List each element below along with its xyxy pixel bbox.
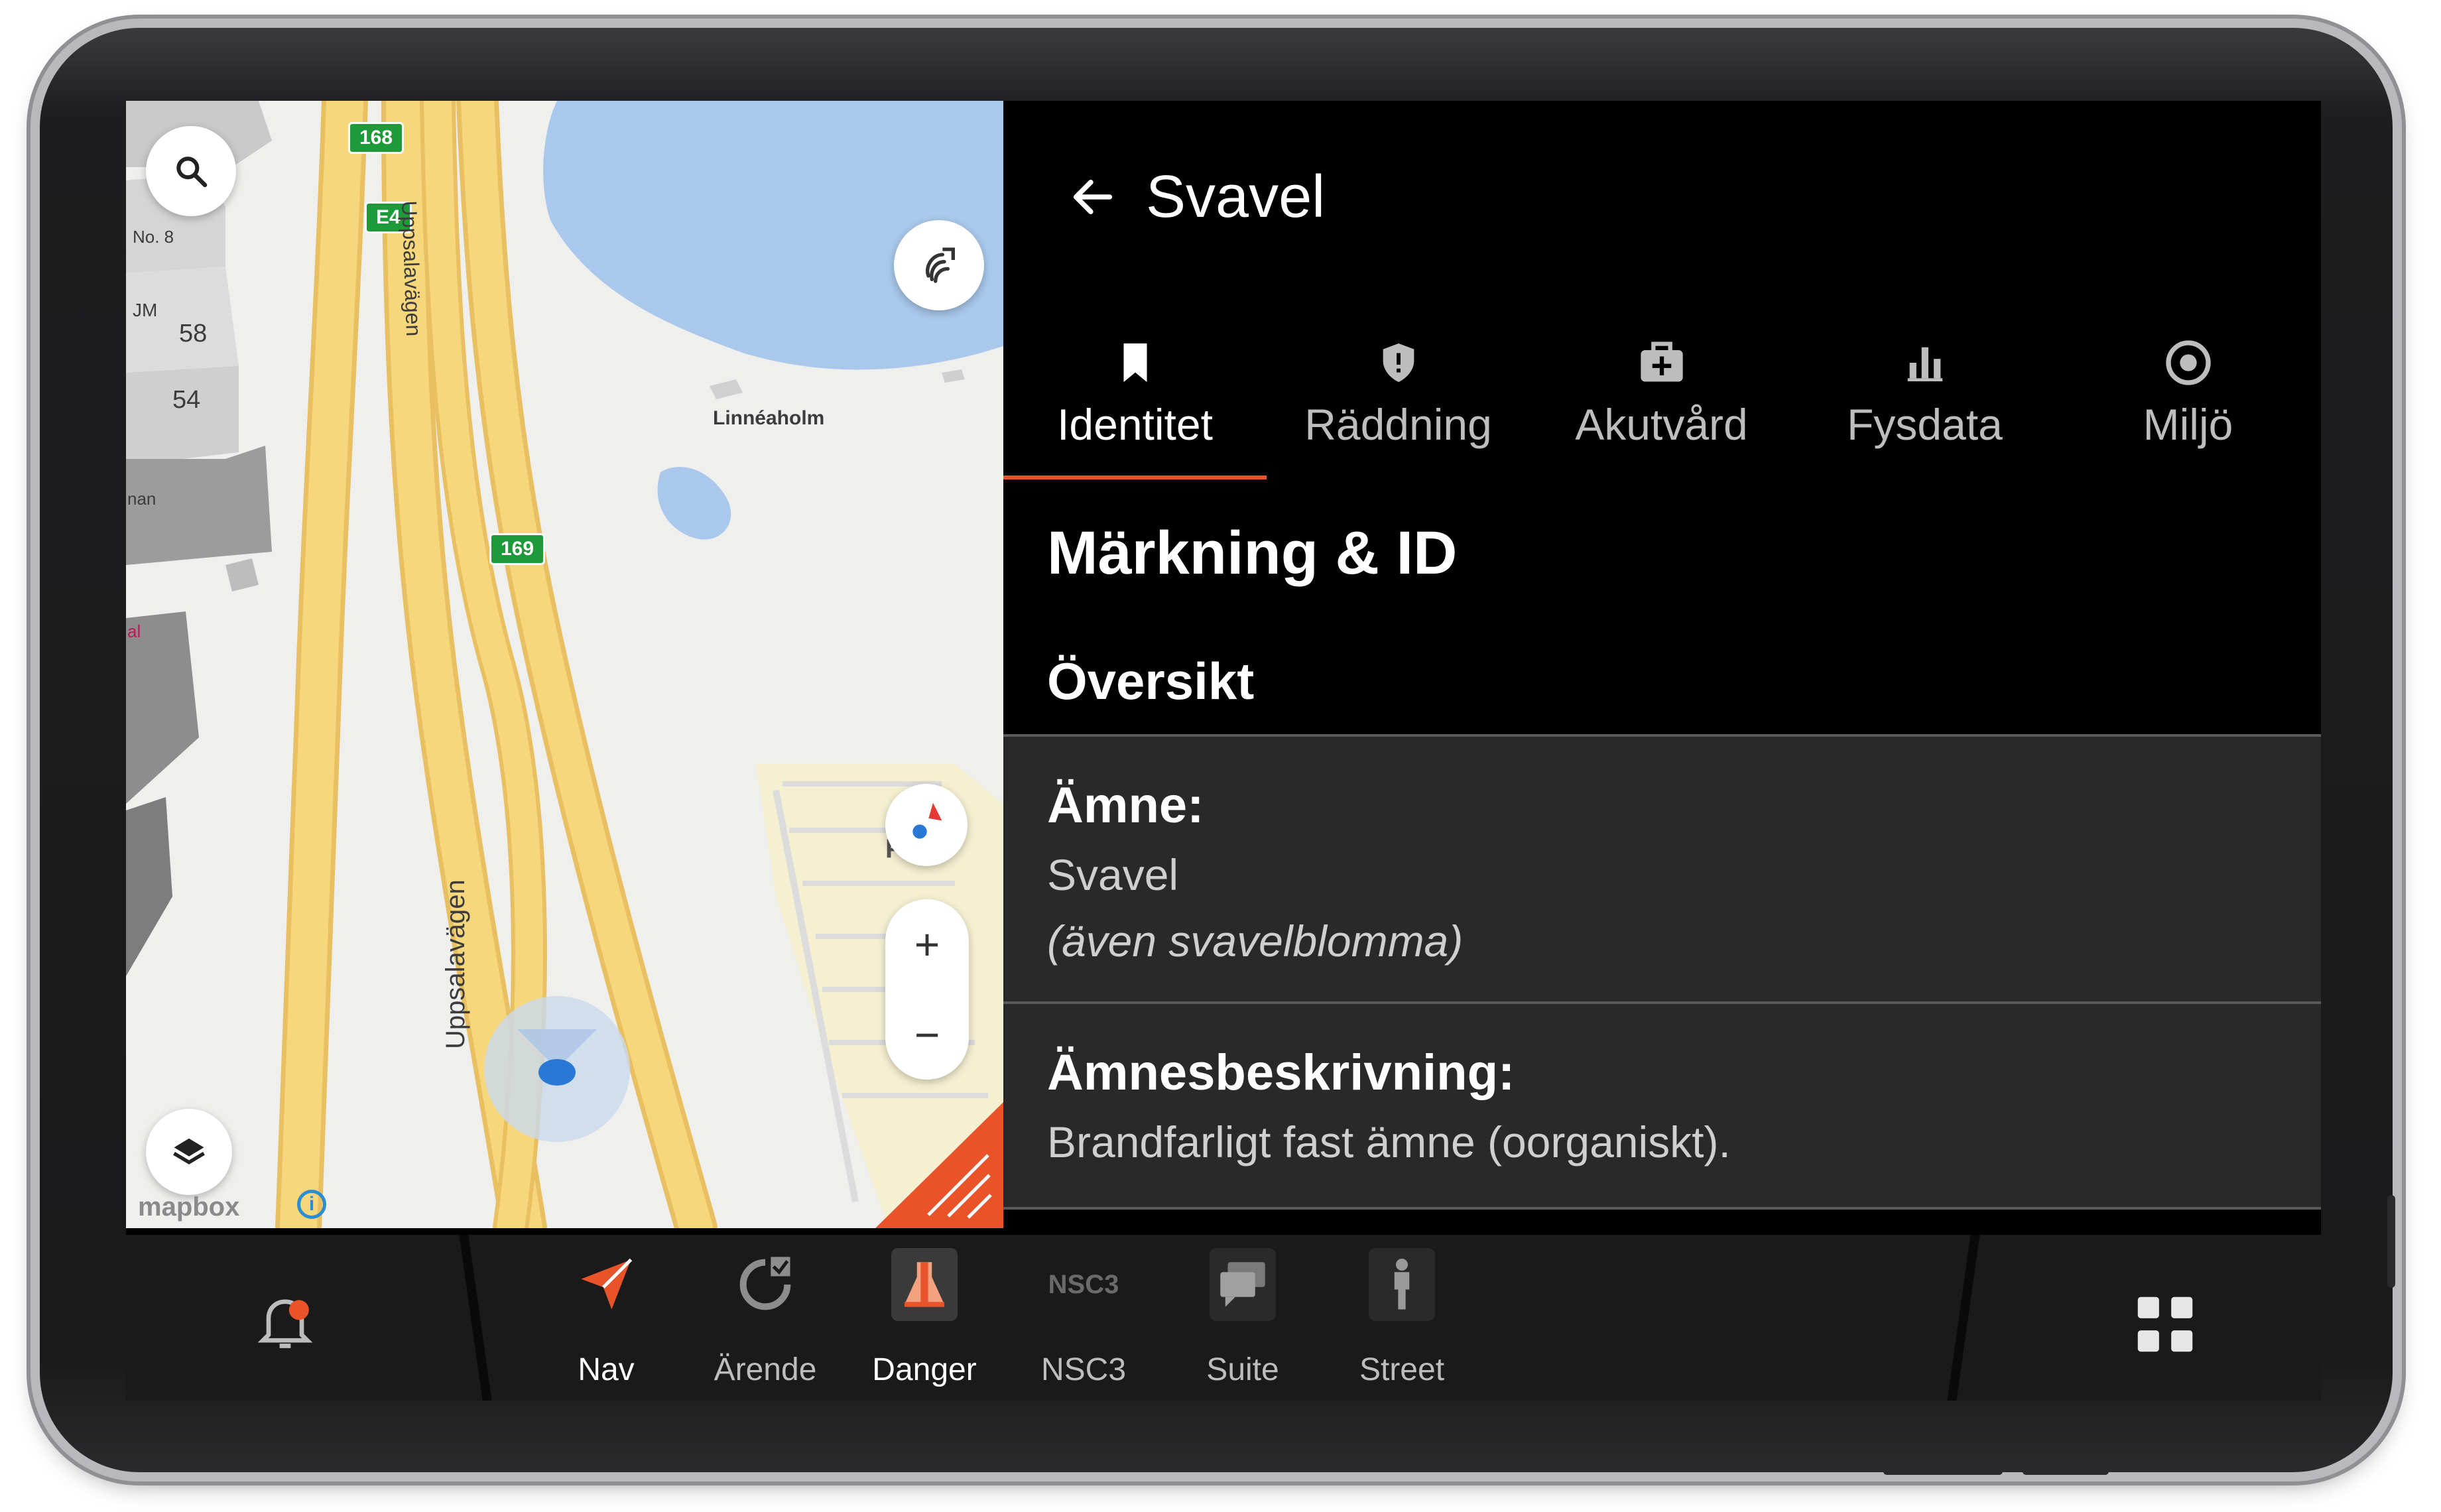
target-icon <box>2165 340 2211 385</box>
compass-icon <box>912 802 942 839</box>
tab-fysdata[interactable]: Fysdata <box>1793 326 2056 472</box>
app-label: Danger <box>872 1352 977 1387</box>
mapbox-attribution[interactable]: mapbox <box>138 1192 239 1222</box>
medkit-icon <box>1640 342 1683 382</box>
layers-icon <box>173 1138 205 1165</box>
flask-icon <box>905 1262 944 1307</box>
notifications-button[interactable] <box>252 1288 318 1354</box>
bar-divider <box>1947 1235 1980 1401</box>
app-nav[interactable]: Nav <box>540 1248 672 1394</box>
zoom-out-button[interactable]: − <box>885 989 969 1080</box>
arrow-left-icon <box>1073 180 1113 214</box>
road-shield-168: 168 <box>348 122 405 154</box>
subsection-title: Översikt <box>1047 652 1255 710</box>
app-label: Suite <box>1206 1352 1279 1387</box>
tab-label: Miljö <box>2143 400 2233 449</box>
app-label: Ärende <box>714 1352 817 1387</box>
bottom-app-bar: Nav Ärende Danger NSC3 NSC3 Suite Street <box>126 1235 2321 1401</box>
grid-icon <box>2137 1296 2193 1352</box>
map-compass-button[interactable] <box>885 784 968 866</box>
substance-panel: Svavel Identitet Räddning Akutvård Fysda… <box>1003 101 2321 1228</box>
tab-bar: Identitet Räddning Akutvård Fysdata Milj… <box>1003 326 2321 472</box>
map-layers-button[interactable] <box>146 1109 232 1195</box>
building-label-54: 54 <box>172 386 201 414</box>
app-arende[interactable]: Ärende <box>699 1248 832 1394</box>
card-value-secondary: (även svavelblomma) <box>1047 916 1464 966</box>
person-icon <box>1394 1259 1410 1310</box>
building-label-58: 58 <box>179 320 208 347</box>
expand-corner-button[interactable] <box>875 1102 1003 1228</box>
card-value: Brandfarligt fast ämne (oorganiskt). <box>1047 1117 1731 1166</box>
map-search-button[interactable] <box>146 126 236 216</box>
refresh-check-icon <box>739 1257 791 1310</box>
card-value: Svavel <box>1047 850 1179 899</box>
zoom-in-button[interactable]: + <box>885 899 969 989</box>
bottom-button <box>1883 1468 2003 1475</box>
bookmark-icon <box>1123 343 1147 383</box>
tab-label: Räddning <box>1304 400 1492 449</box>
panel-header: Svavel <box>1003 101 2321 240</box>
side-button <box>2387 1195 2395 1288</box>
info-card-amne: Ämne: Svavel (även svavelblomma) <box>1003 734 2321 1002</box>
device-screen: 168 E4 169 Uppsalavägen Uppsalavägen Lin… <box>126 101 2321 1401</box>
road-label-uppsalavagen-bottom: Uppsalavägen <box>441 879 470 1049</box>
chat-bubbles-icon <box>1220 1262 1265 1307</box>
app-label: NSC3 <box>1040 1352 1127 1387</box>
card-divider <box>1003 1207 2321 1210</box>
map-view[interactable]: 168 E4 169 Uppsalavägen Uppsalavägen Lin… <box>126 101 1003 1228</box>
page-title: Svavel <box>1146 164 1326 230</box>
app-street[interactable]: Street <box>1336 1248 1468 1394</box>
nsc3-logo-icon: NSC3 <box>1048 1269 1119 1299</box>
zoom-controls: + − <box>885 899 969 1080</box>
tab-raddning[interactable]: Räddning <box>1267 326 1530 472</box>
app-grid-button[interactable] <box>2129 1288 2202 1361</box>
map-canvas <box>126 101 1003 1228</box>
bell-icon <box>257 1299 313 1348</box>
card-label: Ämnesbeskrivning: <box>1047 1044 1515 1101</box>
app-danger[interactable]: Danger <box>858 1248 991 1394</box>
card-label: Ämne: <box>1047 777 1204 834</box>
building-label-no8: No. 8 <box>133 227 174 247</box>
road-label-uppsalavagen-top: Uppsalavägen <box>397 200 426 337</box>
app-label: Nav <box>578 1352 635 1387</box>
map-recenter-button[interactable] <box>894 220 984 310</box>
bar-divider <box>459 1235 492 1401</box>
tab-identitet[interactable]: Identitet <box>1003 326 1267 472</box>
bar-chart-icon <box>1907 347 1942 381</box>
info-card-amnesbeskrivning: Ämnesbeskrivning: Brandfarligt fast ämne… <box>1003 1001 2321 1210</box>
info-icon[interactable]: i <box>297 1190 326 1219</box>
touch-gesture-icon <box>926 247 955 283</box>
tab-label: Akutvård <box>1575 400 1748 449</box>
shield-icon <box>1383 343 1414 383</box>
app-label: Street <box>1359 1352 1445 1387</box>
active-tab-indicator <box>1003 475 1267 479</box>
navigation-arrow-icon <box>581 1258 633 1310</box>
search-icon <box>176 157 208 188</box>
tab-miljo[interactable]: Miljö <box>2056 326 2320 472</box>
tab-akutvard[interactable]: Akutvård <box>1530 326 1793 472</box>
building-label-al: al <box>127 621 141 641</box>
building-label-nan: nan <box>127 489 156 509</box>
back-button[interactable] <box>1063 167 1123 227</box>
bottom-button-2 <box>2023 1468 2109 1475</box>
app-nsc3[interactable]: NSC3 NSC3 <box>1017 1248 1150 1394</box>
building-label-jm: JM <box>133 300 158 320</box>
tab-label: Fysdata <box>1847 400 2003 449</box>
place-label-linneaholm: Linnéaholm <box>713 407 825 429</box>
tab-label: Identitet <box>1057 400 1213 449</box>
app-suite[interactable]: Suite <box>1176 1248 1309 1394</box>
road-shield-169: 169 <box>489 533 546 565</box>
section-title: Märkning & ID <box>1047 519 1458 587</box>
